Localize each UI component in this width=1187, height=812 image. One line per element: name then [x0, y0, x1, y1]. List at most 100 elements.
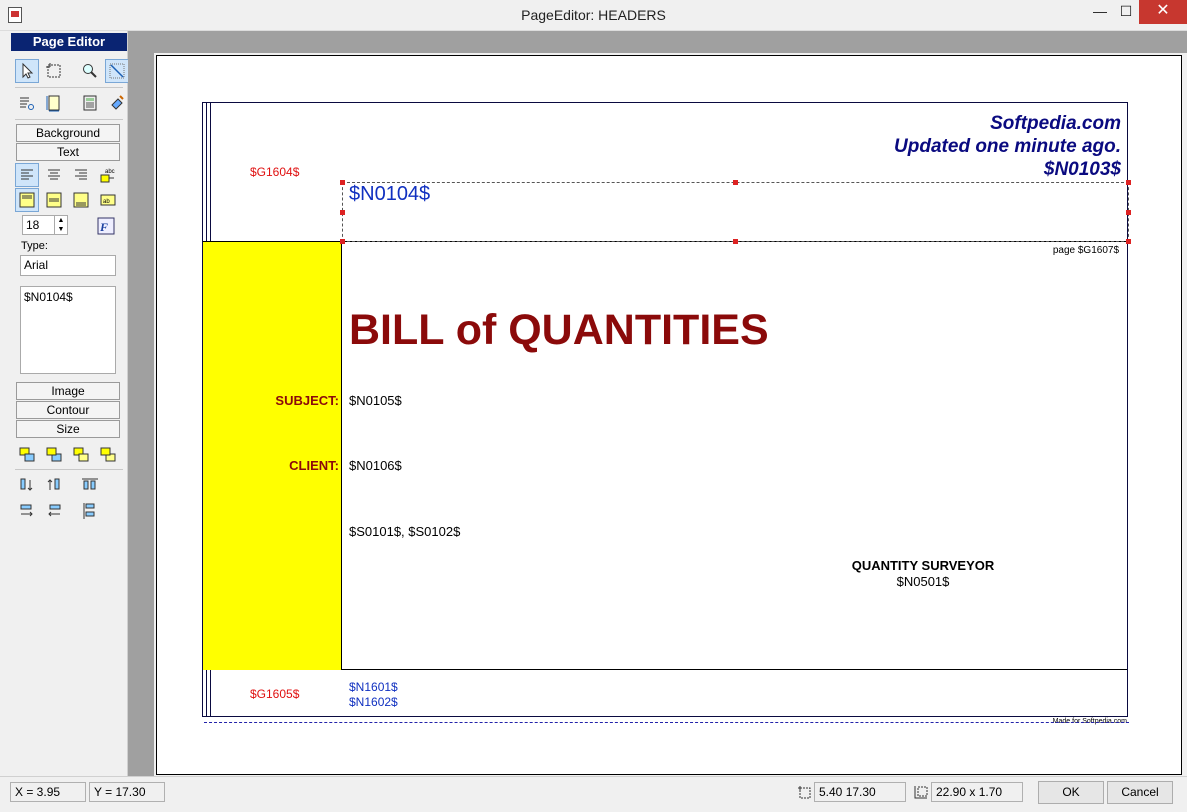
align-top-objects-button[interactable] — [15, 473, 39, 497]
page-icon — [46, 95, 60, 112]
editor-canvas[interactable]: $G1604$ Softpedia.com Updated one minute… — [128, 31, 1187, 776]
line-icon — [109, 63, 125, 79]
header-line-2[interactable]: Updated one minute ago. — [894, 136, 1121, 158]
fit-text-icon: ab — [100, 194, 116, 206]
tool-row-edit — [15, 91, 129, 115]
pointer-tool[interactable] — [15, 59, 39, 83]
position-icon — [798, 786, 811, 799]
stepper-arrows[interactable]: ▲ ▼ — [54, 216, 67, 234]
resize-handle[interactable] — [1126, 239, 1131, 244]
quantity-surveyor-label[interactable]: QUANTITY SURVEYOR — [823, 558, 1023, 573]
maximize-button[interactable]: ☐ — [1112, 0, 1140, 24]
footer-line-2[interactable]: $N1602$ — [349, 695, 398, 709]
align-left-objects-icon — [20, 504, 33, 517]
resize-handle[interactable] — [1126, 210, 1131, 215]
distribute-horizontal-button[interactable] — [78, 499, 102, 523]
type-label: Type: — [21, 240, 48, 252]
document-frame: $G1604$ Softpedia.com Updated one minute… — [202, 102, 1131, 725]
canvas-margin-top — [154, 31, 1187, 53]
text-button[interactable]: Text — [16, 143, 120, 161]
quantity-surveyor-value[interactable]: $N0501$ — [823, 574, 1023, 589]
subject-label[interactable]: SUBJECT: — [275, 393, 339, 408]
align-right-button[interactable] — [69, 163, 93, 187]
paint-bucket-icon — [111, 95, 124, 110]
align-center-button[interactable] — [42, 163, 66, 187]
align-right-objects-button[interactable] — [42, 499, 66, 523]
document-title[interactable]: BILL of QUANTITIES — [349, 306, 769, 355]
paint-tool[interactable] — [105, 91, 129, 115]
align-left-icon — [21, 169, 33, 180]
minimize-button[interactable]: — — [1086, 0, 1114, 24]
fit-text-button[interactable]: ab — [96, 188, 120, 212]
y-coordinate: Y = 17.30 — [89, 782, 165, 802]
header-left-field[interactable]: $G1604$ — [250, 165, 299, 179]
line-tool[interactable] — [105, 59, 129, 83]
text-align-row: abc — [15, 163, 120, 187]
svg-text:abc: abc — [105, 169, 115, 175]
crop-icon — [46, 63, 61, 78]
align-bottom-objects-button[interactable] — [42, 473, 66, 497]
contour-button[interactable]: Contour — [16, 401, 120, 419]
page-sheet[interactable]: $G1604$ Softpedia.com Updated one minute… — [156, 55, 1182, 775]
valign-middle-button[interactable] — [42, 188, 66, 212]
panel-title: Page Editor — [11, 33, 127, 51]
footer-line-1[interactable]: $N1601$ — [349, 680, 398, 694]
subject-value[interactable]: $N0105$ — [349, 393, 402, 408]
svg-text:ab: ab — [103, 199, 110, 205]
page-number-field[interactable]: page $G1607$ — [1053, 245, 1119, 256]
rectangle-select-tool[interactable] — [42, 59, 66, 83]
calculator-tool[interactable] — [78, 91, 102, 115]
yellow-sidebar-block[interactable] — [203, 242, 342, 670]
bring-forward-button[interactable] — [42, 443, 66, 467]
calculator-icon — [83, 95, 97, 111]
page-bottom-guide — [204, 722, 1129, 723]
size-button[interactable]: Size — [16, 420, 120, 438]
align-left-objects-button[interactable] — [15, 499, 39, 523]
selected-text-box[interactable] — [340, 180, 1131, 244]
canvas-margin-left — [128, 31, 154, 776]
distribute-vertical-button[interactable] — [78, 473, 102, 497]
font-name-field[interactable]: Arial — [20, 255, 116, 276]
background-button[interactable]: Background — [16, 124, 120, 142]
header-line-1[interactable]: Softpedia.com — [990, 113, 1121, 135]
status-bar: X = 3.95 Y = 17.30 5.40 17.30 22.90 x 1.… — [0, 776, 1187, 812]
font-size-stepper[interactable]: 18 ▲ ▼ — [22, 215, 68, 235]
align-objects-row-2 — [15, 499, 102, 523]
zoom-tool[interactable] — [78, 59, 102, 83]
valign-bottom-button[interactable] — [69, 188, 93, 212]
resize-handle[interactable] — [1126, 180, 1131, 185]
title-bar: PageEditor: HEADERS — ☐ ✕ — [0, 0, 1187, 31]
text-content-area[interactable]: $N0104$ — [20, 286, 116, 374]
valign-top-button[interactable] — [15, 188, 39, 212]
resize-handle[interactable] — [733, 239, 738, 244]
align-top-objects-icon — [20, 478, 33, 491]
header-line-3[interactable]: $N0103$ — [1044, 159, 1121, 181]
client-value[interactable]: $N0106$ — [349, 458, 402, 473]
align-objects-row-1 — [15, 473, 102, 497]
resize-handle[interactable] — [733, 180, 738, 185]
page-setup-tool[interactable] — [42, 91, 66, 115]
s-values-field[interactable]: $S0101$, $S0102$ — [349, 524, 460, 539]
footer-left-field[interactable]: $G1605$ — [250, 687, 299, 701]
word-wrap-button[interactable]: abc — [96, 163, 120, 187]
resize-handle[interactable] — [340, 180, 345, 185]
pointer-icon — [22, 62, 34, 79]
bring-front-button[interactable] — [15, 443, 39, 467]
valign-middle-icon — [46, 192, 62, 208]
close-button[interactable]: ✕ — [1139, 0, 1187, 24]
ok-button[interactable]: OK — [1038, 781, 1104, 804]
image-button[interactable]: Image — [16, 382, 120, 400]
resize-handle[interactable] — [340, 239, 345, 244]
window-title: PageEditor: HEADERS — [521, 7, 666, 23]
x-coordinate: X = 3.95 — [10, 782, 86, 802]
cancel-button[interactable]: Cancel — [1107, 781, 1173, 804]
client-label[interactable]: CLIENT: — [289, 458, 339, 473]
align-left-button[interactable] — [15, 163, 39, 187]
wrap-icon: abc — [100, 169, 115, 183]
selected-text[interactable]: $N0104$ — [349, 183, 430, 206]
send-backward-button[interactable] — [69, 443, 93, 467]
text-properties-tool[interactable] — [15, 91, 39, 115]
resize-handle[interactable] — [340, 210, 345, 215]
send-back-button[interactable] — [96, 443, 120, 467]
font-dialog-button[interactable]: F — [94, 214, 118, 238]
